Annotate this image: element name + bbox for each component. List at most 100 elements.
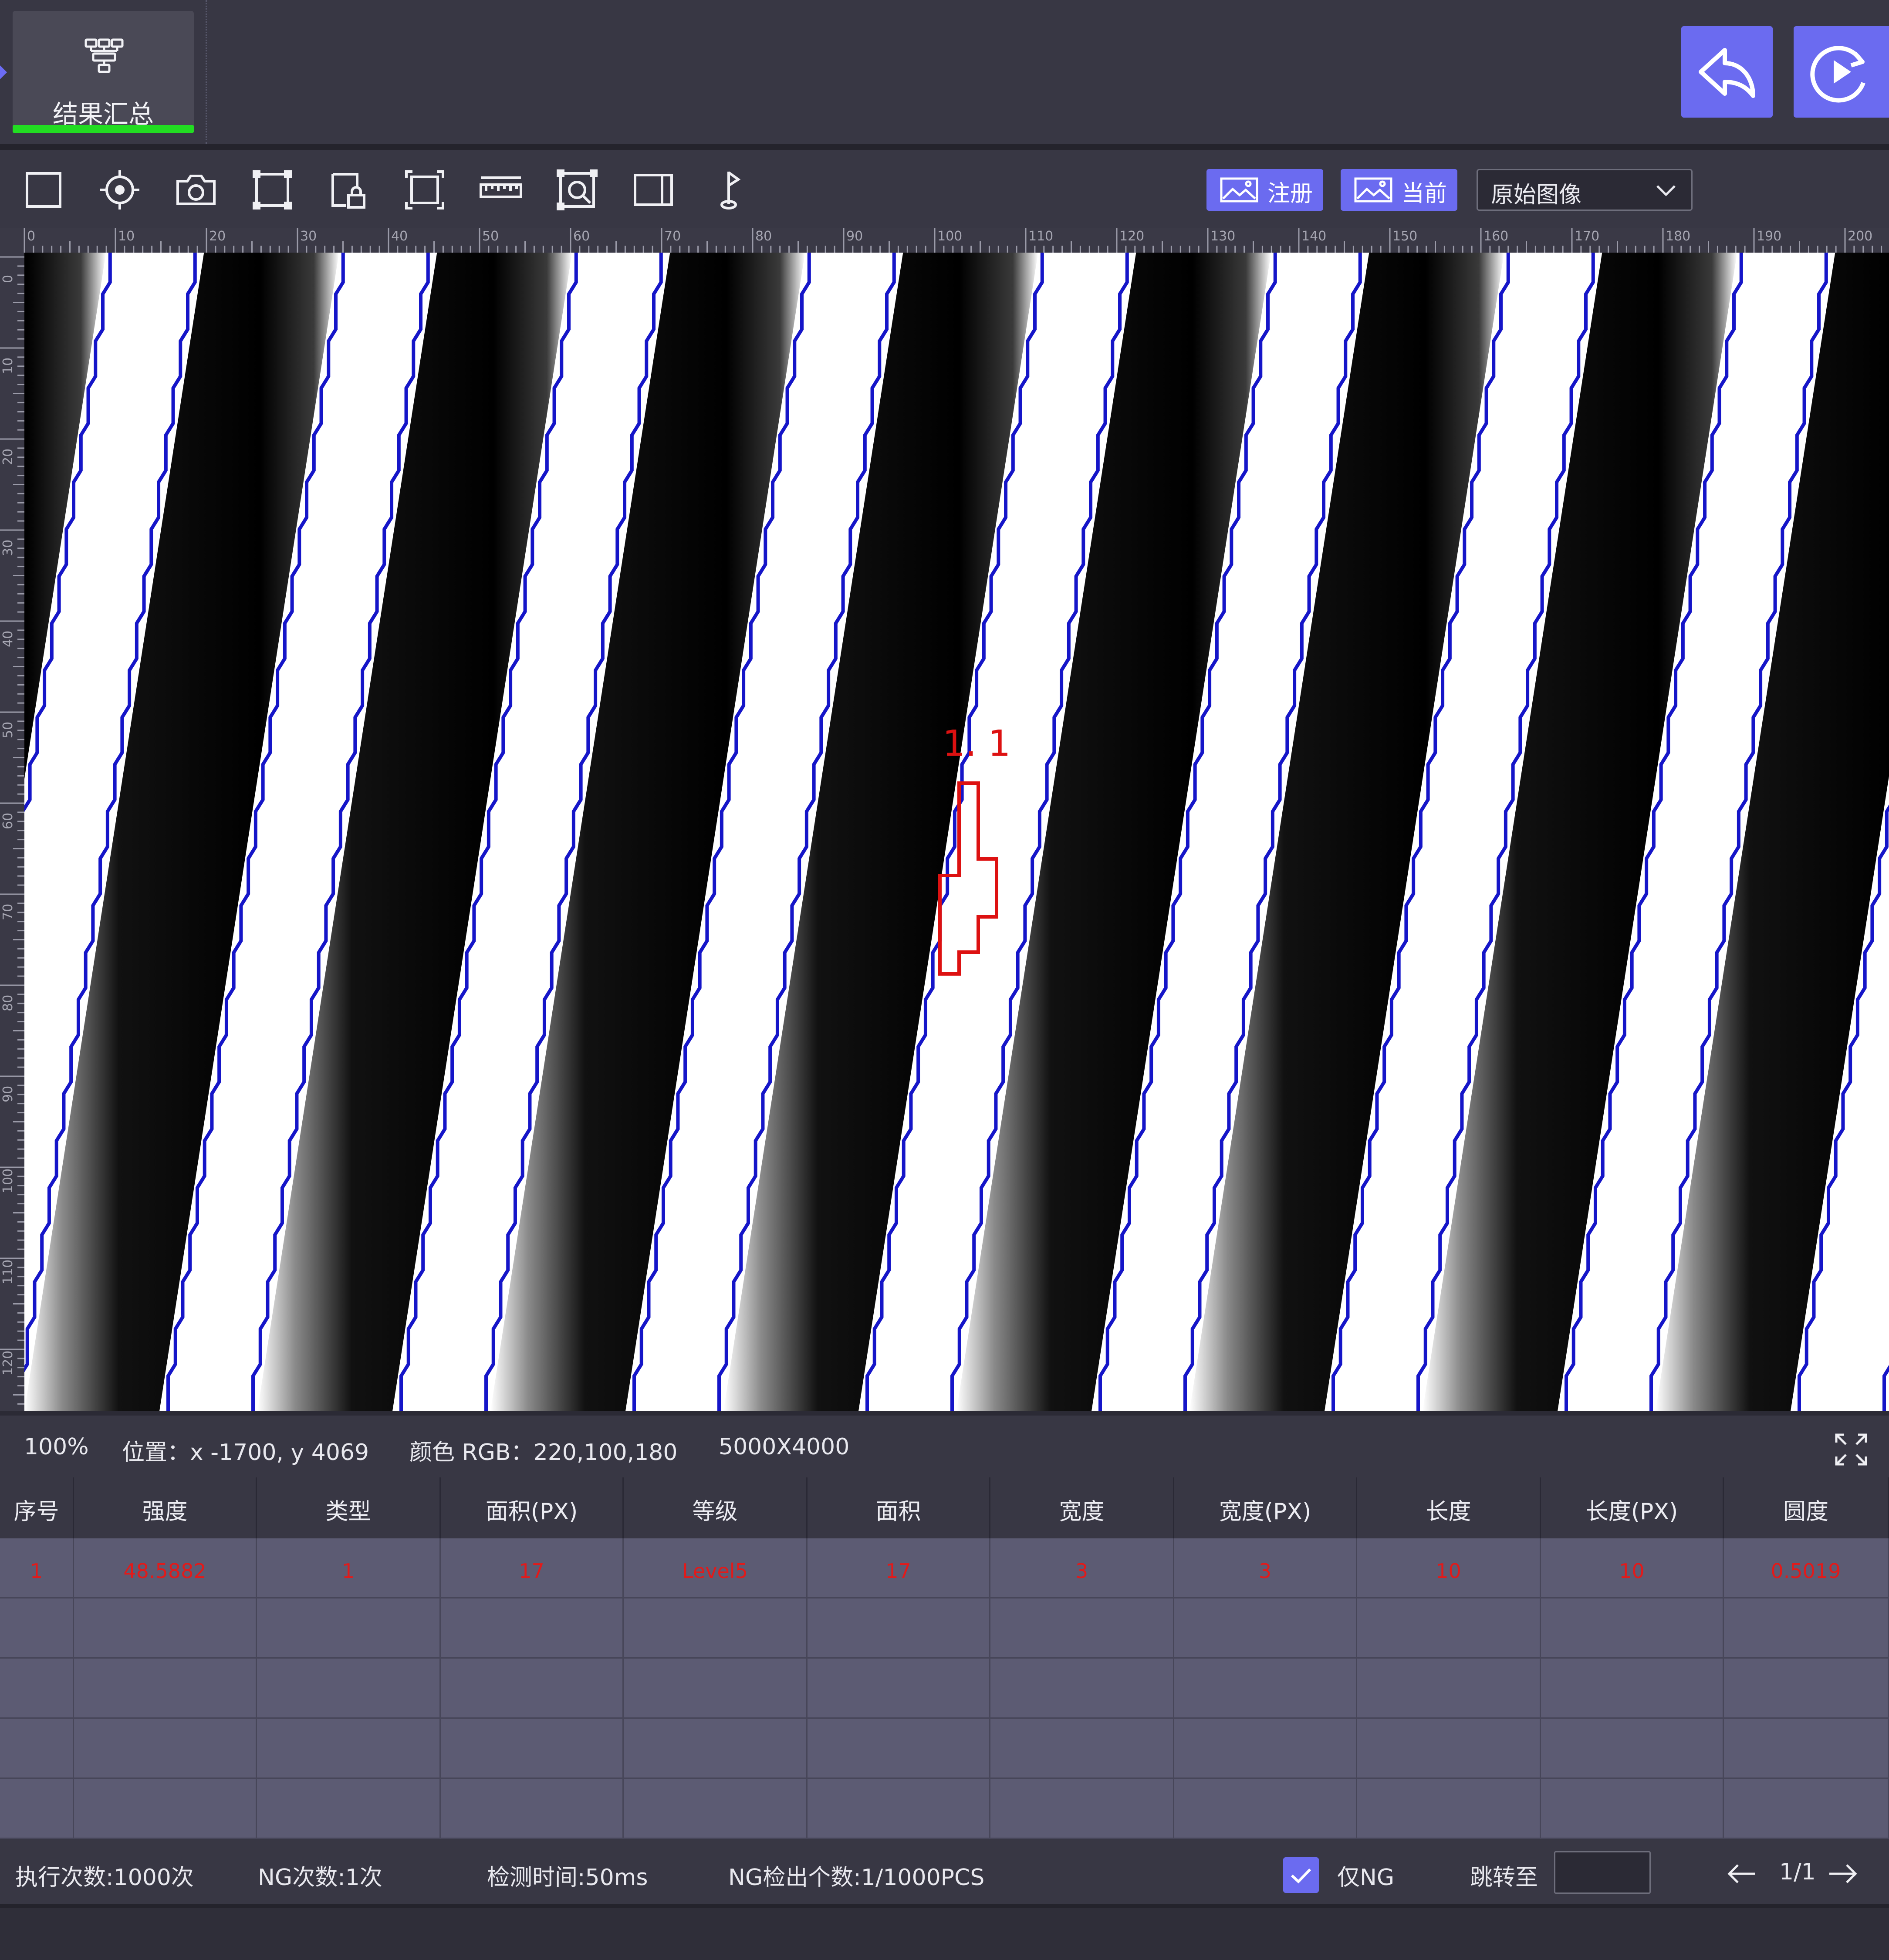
table-cell[interactable]: 10	[1357, 1538, 1541, 1598]
empty-cell[interactable]	[624, 1598, 808, 1659]
ruler-label: 160	[1483, 229, 1508, 244]
defect-label: 1. 1	[943, 723, 1010, 764]
empty-cell[interactable]	[74, 1659, 257, 1719]
chevron-down-icon	[1654, 178, 1678, 204]
ruler-label: 40	[0, 631, 16, 647]
ruler-label: 100	[0, 1169, 16, 1193]
empty-cell[interactable]	[1174, 1659, 1357, 1719]
results-table: 序号 强度 类型 面积(PX) 等级 面积 宽度 宽度(PX) 长度 长度(PX) 圆度 1 48.58…	[0, 1477, 1889, 1839]
empty-cell[interactable]	[1541, 1779, 1724, 1839]
table-cell[interactable]: Level5	[624, 1538, 808, 1598]
column-header: 面积(PX)	[441, 1477, 624, 1538]
empty-cell[interactable]	[1357, 1659, 1541, 1719]
table-cell[interactable]: 17	[441, 1538, 624, 1598]
empty-cell[interactable]	[1174, 1779, 1357, 1839]
empty-cell[interactable]	[1541, 1598, 1724, 1659]
empty-cell[interactable]	[74, 1598, 257, 1659]
ruler-icon[interactable]	[479, 168, 523, 212]
ruler-label: 80	[755, 229, 772, 244]
empty-cell[interactable]	[624, 1659, 808, 1719]
prev-page-icon[interactable]	[1725, 1856, 1760, 1897]
current-image-button[interactable]: 当前	[1341, 169, 1457, 211]
empty-cell[interactable]	[990, 1659, 1174, 1719]
column-header: 序号	[0, 1477, 74, 1538]
empty-cell[interactable]	[1174, 1719, 1357, 1779]
empty-cell[interactable]	[1541, 1719, 1724, 1779]
bottom-band	[0, 1904, 1889, 1960]
empty-cell[interactable]	[990, 1719, 1174, 1779]
fullscreen-icon[interactable]	[1834, 1432, 1869, 1473]
empty-cell[interactable]	[808, 1659, 990, 1719]
empty-cell[interactable]	[0, 1659, 74, 1719]
empty-cell[interactable]	[1724, 1659, 1889, 1719]
empty-cell[interactable]	[441, 1598, 624, 1659]
empty-cell[interactable]	[441, 1779, 624, 1839]
empty-cell[interactable]	[1357, 1598, 1541, 1659]
top-bar: 结果汇总	[0, 0, 1889, 144]
column-header: 类型	[257, 1477, 441, 1538]
table-cell[interactable]: 10	[1541, 1538, 1724, 1598]
table-cell[interactable]: 17	[808, 1538, 990, 1598]
crosshair-icon[interactable]	[98, 168, 142, 212]
empty-cell[interactable]	[1357, 1719, 1541, 1779]
zoom-region-icon[interactable]	[555, 168, 599, 212]
image-mode-select[interactable]: 原始图像	[1477, 169, 1693, 211]
empty-cell[interactable]	[441, 1659, 624, 1719]
empty-cell[interactable]	[1724, 1779, 1889, 1839]
register-image-button[interactable]: 注册	[1206, 169, 1323, 211]
current-label: 当前	[1402, 181, 1447, 207]
jump-page-input[interactable]	[1554, 1851, 1651, 1894]
checkmark-icon	[1291, 1868, 1311, 1884]
expand-caret-icon[interactable]	[0, 65, 7, 79]
empty-cell[interactable]	[624, 1779, 808, 1839]
camera-icon[interactable]	[174, 168, 218, 212]
run-button[interactable]	[1794, 26, 1889, 118]
table-cell[interactable]: 3	[990, 1538, 1174, 1598]
undo-button[interactable]	[1681, 26, 1773, 118]
next-page-icon[interactable]	[1825, 1856, 1860, 1897]
empty-cell[interactable]	[0, 1779, 74, 1839]
table-cell[interactable]: 48.5882	[74, 1538, 257, 1598]
table-cell[interactable]: 0.5019	[1724, 1538, 1889, 1598]
empty-cell[interactable]	[74, 1719, 257, 1779]
empty-cell[interactable]	[0, 1598, 74, 1659]
empty-cell[interactable]	[1724, 1719, 1889, 1779]
empty-cell[interactable]	[74, 1779, 257, 1839]
play-loop-icon	[1810, 46, 1865, 103]
ruler-label: 20	[0, 449, 16, 465]
roi-corners-icon[interactable]	[250, 168, 294, 212]
ruler-label: 10	[118, 229, 135, 244]
empty-cell[interactable]	[441, 1719, 624, 1779]
empty-cell[interactable]	[257, 1659, 441, 1719]
empty-cell[interactable]	[257, 1779, 441, 1839]
split-panel-icon[interactable]	[632, 168, 675, 212]
empty-cell[interactable]	[1724, 1598, 1889, 1659]
only-ng-checkbox[interactable]	[1283, 1857, 1319, 1893]
table-cell[interactable]: 1	[0, 1538, 74, 1598]
empty-cell[interactable]	[257, 1598, 441, 1659]
empty-cell[interactable]	[808, 1779, 990, 1839]
empty-cell[interactable]	[808, 1719, 990, 1779]
empty-cell[interactable]	[0, 1719, 74, 1779]
empty-cell[interactable]	[1174, 1598, 1357, 1659]
tab-result-summary[interactable]: 结果汇总	[13, 11, 194, 133]
fit-frame-icon[interactable]	[403, 168, 446, 212]
rectangle-icon[interactable]	[22, 168, 65, 212]
active-tab-indicator	[13, 125, 194, 133]
column-header: 强度	[74, 1477, 257, 1538]
image-canvas[interactable]: 1. 1	[24, 253, 1889, 1411]
ruler-label: 80	[0, 995, 16, 1011]
table-cell[interactable]: 1	[257, 1538, 441, 1598]
ruler-label: 120	[1119, 229, 1144, 244]
empty-cell[interactable]	[990, 1779, 1174, 1839]
empty-cell[interactable]	[257, 1719, 441, 1779]
lock-region-icon[interactable]	[327, 168, 370, 212]
empty-cell[interactable]	[990, 1598, 1174, 1659]
column-header: 面积	[808, 1477, 990, 1538]
empty-cell[interactable]	[1541, 1659, 1724, 1719]
pin-marker-icon[interactable]	[708, 168, 751, 212]
empty-cell[interactable]	[808, 1598, 990, 1659]
table-cell[interactable]: 3	[1174, 1538, 1357, 1598]
empty-cell[interactable]	[1357, 1779, 1541, 1839]
empty-cell[interactable]	[624, 1719, 808, 1779]
